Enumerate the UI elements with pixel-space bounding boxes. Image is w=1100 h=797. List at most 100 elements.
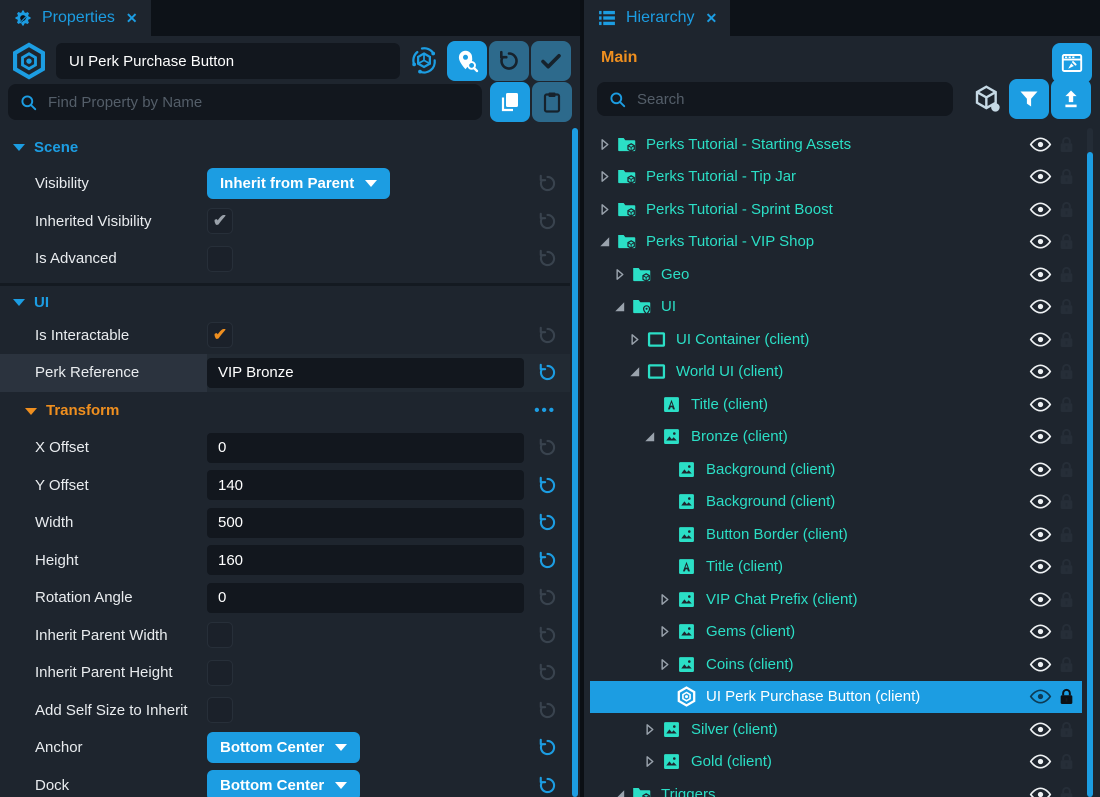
reset-icon[interactable]: [524, 512, 570, 533]
expand-arrow-icon[interactable]: [657, 656, 676, 673]
properties-scrollbar[interactable]: [572, 128, 578, 797]
visibility-eye-icon[interactable]: [1029, 233, 1052, 250]
lock-icon[interactable]: [1059, 461, 1074, 478]
visibility-eye-icon[interactable]: [1029, 201, 1052, 218]
tree-item-perks-tutorial-starting-assets[interactable]: Perks Tutorial - Starting Assets: [584, 128, 1100, 161]
hierarchy-search-box[interactable]: [597, 82, 953, 116]
lock-icon[interactable]: [1059, 233, 1074, 250]
tree-item-ui-container-client-[interactable]: UI Container (client): [584, 323, 1100, 356]
field-width[interactable]: [207, 508, 524, 538]
tree-item-gems-client-[interactable]: Gems (client): [584, 616, 1100, 649]
tab-hierarchy[interactable]: Hierarchy ✕: [584, 0, 730, 36]
reset-icon[interactable]: [524, 737, 570, 758]
lock-icon[interactable]: [1059, 656, 1074, 673]
expand-arrow-icon[interactable]: [642, 721, 661, 738]
package-cube-icon[interactable]: [971, 83, 1003, 115]
hierarchy-scroll-track[interactable]: [1087, 128, 1093, 797]
tree-item-geo[interactable]: Geo: [584, 258, 1100, 291]
visibility-eye-icon[interactable]: [1029, 461, 1052, 478]
expand-arrow-icon[interactable]: [657, 623, 676, 640]
visibility-eye-icon[interactable]: [1029, 623, 1052, 640]
paste-button[interactable]: [532, 82, 572, 122]
undo-button[interactable]: [489, 41, 529, 81]
close-hierarchy-icon[interactable]: ✕: [705, 10, 717, 27]
visibility-eye-icon[interactable]: [1029, 396, 1052, 413]
more-options-icon[interactable]: •••: [534, 402, 556, 419]
reset-icon[interactable]: [524, 587, 570, 608]
lock-icon[interactable]: [1059, 331, 1074, 348]
find-in-world-button[interactable]: [447, 41, 487, 81]
tree-item-coins-client-[interactable]: Coins (client): [584, 648, 1100, 681]
field-perk-reference[interactable]: [207, 358, 524, 388]
lock-icon[interactable]: [1059, 753, 1074, 770]
visibility-eye-icon[interactable]: [1029, 688, 1052, 705]
expand-arrow-icon[interactable]: [627, 331, 646, 348]
lock-icon[interactable]: [1059, 786, 1074, 797]
visibility-eye-icon[interactable]: [1029, 558, 1052, 575]
visibility-eye-icon[interactable]: [1029, 656, 1052, 673]
lock-icon[interactable]: [1059, 266, 1074, 283]
checkbox-is-interactable[interactable]: ✔: [207, 322, 233, 348]
checkbox-add-self-size-to-inherit[interactable]: [207, 697, 233, 723]
tree-item-ui-perk-purchase-button-client-[interactable]: UI Perk Purchase Button (client): [584, 681, 1100, 714]
tree-item-bronze-client-[interactable]: Bronze (client): [584, 421, 1100, 454]
checkbox-inherited-visibility[interactable]: ✔: [207, 208, 233, 234]
visibility-eye-icon[interactable]: [1029, 363, 1052, 380]
property-search-input[interactable]: [46, 93, 471, 112]
expand-arrow-icon[interactable]: [597, 136, 616, 153]
confirm-button[interactable]: [531, 41, 571, 81]
checkbox-inherit-parent-width[interactable]: [207, 622, 233, 648]
reset-icon[interactable]: [524, 325, 570, 346]
template-sync-icon[interactable]: [408, 45, 440, 77]
collapse-arrow-icon[interactable]: [612, 298, 631, 315]
copy-button[interactable]: [490, 82, 530, 122]
section-header[interactable]: UI: [0, 289, 570, 317]
tree-item-triggers[interactable]: Triggers: [584, 778, 1100, 797]
reset-icon[interactable]: [524, 475, 570, 496]
lock-icon[interactable]: [1059, 623, 1074, 640]
visibility-eye-icon[interactable]: [1029, 591, 1052, 608]
close-properties-icon[interactable]: ✕: [126, 10, 138, 27]
visibility-eye-icon[interactable]: [1029, 721, 1052, 738]
tree-item-title-client-[interactable]: Title (client): [584, 551, 1100, 584]
tree-item-perks-tutorial-sprint-boost[interactable]: Perks Tutorial - Sprint Boost: [584, 193, 1100, 226]
tree-item-perks-tutorial-tip-jar[interactable]: Perks Tutorial - Tip Jar: [584, 161, 1100, 194]
dropdown-anchor[interactable]: Bottom Center: [207, 732, 360, 763]
lock-icon[interactable]: [1059, 363, 1074, 380]
visibility-eye-icon[interactable]: [1029, 753, 1052, 770]
expand-arrow-icon[interactable]: [657, 591, 676, 608]
lock-icon[interactable]: [1059, 558, 1074, 575]
hierarchy-search-input[interactable]: [635, 90, 942, 109]
checkbox-is-advanced[interactable]: [207, 246, 233, 272]
expand-arrow-icon[interactable]: [597, 168, 616, 185]
reset-icon[interactable]: [524, 662, 570, 683]
field-x-offset[interactable]: [207, 433, 524, 463]
lock-icon[interactable]: [1059, 396, 1074, 413]
lock-icon[interactable]: [1059, 428, 1074, 445]
tree-item-background-client-[interactable]: Background (client): [584, 486, 1100, 519]
tree-item-gold-client-[interactable]: Gold (client): [584, 746, 1100, 779]
reset-icon[interactable]: [524, 362, 570, 383]
expand-arrow-icon[interactable]: [612, 266, 631, 283]
tree-item-perks-tutorial-vip-shop[interactable]: Perks Tutorial - VIP Shop: [584, 226, 1100, 259]
visibility-eye-icon[interactable]: [1029, 298, 1052, 315]
reset-icon[interactable]: [524, 437, 570, 458]
lock-icon[interactable]: [1059, 493, 1074, 510]
reset-icon[interactable]: [524, 211, 570, 232]
tree-item-ui[interactable]: UI: [584, 291, 1100, 324]
collapse-arrow-icon[interactable]: [627, 363, 646, 380]
reset-icon[interactable]: [524, 700, 570, 721]
visibility-eye-icon[interactable]: [1029, 331, 1052, 348]
visibility-eye-icon[interactable]: [1029, 428, 1052, 445]
collapse-all-button[interactable]: [1051, 79, 1091, 119]
visibility-eye-icon[interactable]: [1029, 266, 1052, 283]
visibility-eye-icon[interactable]: [1029, 786, 1052, 797]
lock-icon[interactable]: [1059, 591, 1074, 608]
field-rotation-angle[interactable]: [207, 583, 524, 613]
lock-icon[interactable]: [1059, 721, 1074, 738]
reset-icon[interactable]: [524, 775, 570, 796]
field-height[interactable]: [207, 545, 524, 575]
reset-icon[interactable]: [524, 248, 570, 269]
field-y-offset[interactable]: [207, 470, 524, 500]
collapse-arrow-icon[interactable]: [642, 428, 661, 445]
